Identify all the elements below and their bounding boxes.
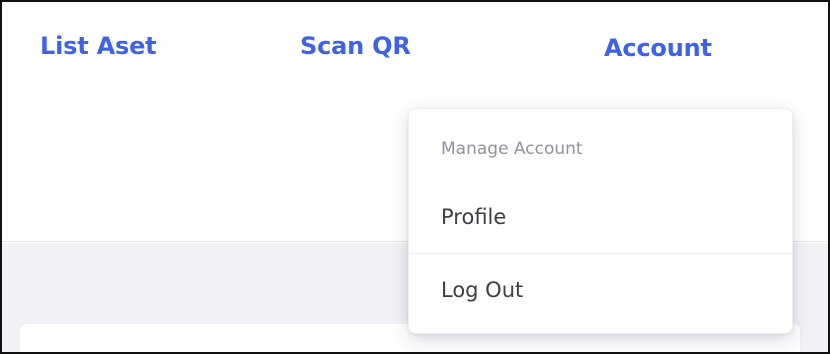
- dropdown-item-logout[interactable]: Log Out: [409, 278, 792, 302]
- dropdown-divider: [409, 253, 792, 254]
- nav-link-scan-qr[interactable]: Scan QR: [300, 32, 411, 60]
- nav-link-list-aset[interactable]: List Aset: [40, 32, 157, 60]
- dropdown-header-manage-account: Manage Account: [441, 139, 583, 159]
- account-dropdown-menu: Manage Account Profile Log Out: [408, 108, 793, 334]
- dropdown-item-profile[interactable]: Profile: [409, 205, 792, 229]
- nav-link-account[interactable]: Account: [604, 34, 712, 62]
- app-window: List Aset Scan QR Account Manage Account…: [0, 0, 830, 354]
